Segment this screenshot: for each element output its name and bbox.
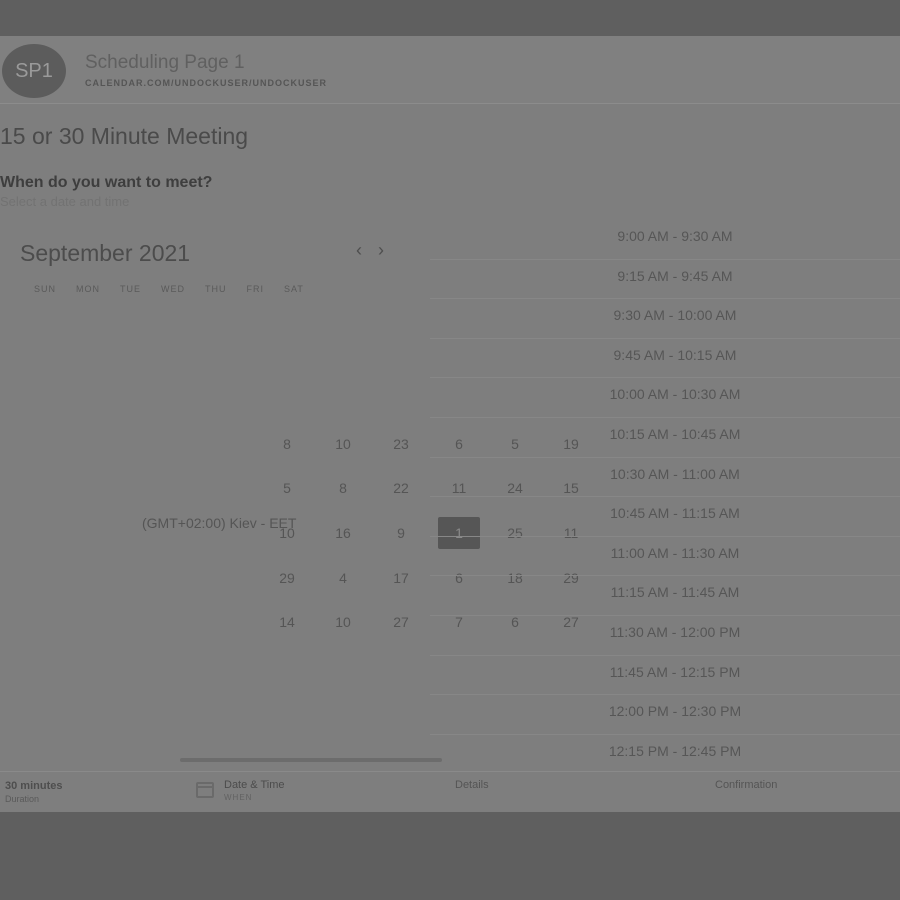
calendar-day[interactable]: 5 <box>266 472 308 504</box>
event-title: 15 or 30 Minute Meeting <box>0 123 249 149</box>
time-slot[interactable]: 10:45 AM - 11:15 AM <box>430 497 900 537</box>
bottom-band <box>0 812 900 900</box>
month-label: September 2021 <box>20 240 191 266</box>
scroll-indicator[interactable] <box>180 758 442 762</box>
time-slot-label: 9:30 AM - 10:00 AM <box>613 307 737 324</box>
time-slot-label: 11:30 AM - 12:00 PM <box>609 624 741 640</box>
time-slot[interactable]: 12:15 PM - 12:45 PM <box>430 735 900 775</box>
time-slot[interactable]: 10:00 AM - 10:30 AM <box>430 378 900 418</box>
time-slot[interactable]: 11:30 AM - 12:00 PM <box>430 616 900 656</box>
calendar-day[interactable]: 8 <box>322 472 364 504</box>
question-heading: When do you want to meet? <box>0 174 213 191</box>
calendar-day[interactable]: 17 <box>380 562 422 594</box>
time-slot[interactable]: 11:45 AM - 12:15 PM <box>430 656 900 696</box>
weekday-label: SAT <box>284 284 304 294</box>
booking-footer: 30 minutes Duration Date & Time WHEN Det… <box>0 758 900 812</box>
time-slot[interactable]: 11:00 AM - 11:30 AM <box>430 537 900 577</box>
scheduling-page: SP1 Scheduling Page 1 CALENDAR.COM/UNDOC… <box>0 36 900 812</box>
step-date-time: Date & Time <box>224 779 285 791</box>
time-slot[interactable]: 11:15 AM - 11:45 AM <box>430 576 900 616</box>
step-sublabel: WHEN <box>224 793 253 802</box>
time-slot[interactable]: 9:30 AM - 10:00 AM <box>430 299 900 339</box>
calendar-day[interactable]: 23 <box>380 428 422 460</box>
avatar: SP1 <box>2 44 66 98</box>
time-slot[interactable]: 9:15 AM - 9:45 AM <box>430 260 900 300</box>
weekday-label: THU <box>205 284 227 294</box>
time-slot-label: 9:00 AM - 9:30 AM <box>617 228 733 244</box>
duration-sublabel: Duration <box>5 794 40 804</box>
time-slot-label: 10:00 AM - 10:30 AM <box>609 386 741 403</box>
time-slot-label: 12:00 PM - 12:30 PM <box>608 703 742 720</box>
calendar-day[interactable]: 10 <box>266 517 308 549</box>
time-slot[interactable]: 10:15 AM - 10:45 AM <box>430 418 900 458</box>
time-slot-label: 11:15 AM - 11:45 AM <box>610 584 740 601</box>
time-slot[interactable]: 10:30 AM - 11:00 AM <box>430 458 900 498</box>
select-hint: Select a date and time <box>0 194 130 209</box>
calendar-day[interactable]: 8 <box>266 428 308 460</box>
step-details: Details <box>455 779 489 791</box>
chevron-left-icon[interactable]: ‹ <box>350 240 368 264</box>
time-slot-label: 11:00 AM - 11:30 AM <box>610 544 740 561</box>
time-slot-label: 10:30 AM - 11:00 AM <box>610 465 740 482</box>
calendar-day[interactable]: 10 <box>322 606 364 638</box>
calendar-day[interactable]: 4 <box>322 562 364 594</box>
calendar-day[interactable]: 29 <box>266 562 308 594</box>
weekday-label: MON <box>76 284 101 294</box>
calendar-day[interactable]: 14 <box>266 606 308 638</box>
calendar-day[interactable]: 22 <box>380 472 422 504</box>
chevron-right-icon[interactable]: › <box>372 240 390 264</box>
time-slot-label: 10:45 AM - 11:15 AM <box>610 505 740 522</box>
time-slot-label: 9:45 AM - 10:15 AM <box>613 346 737 363</box>
weekday-label: SUN <box>34 284 57 294</box>
calendar-panel: September 2021 ‹ › SUN MON TUE WED THU F… <box>0 220 579 768</box>
weekday-label: FRI <box>246 284 265 294</box>
time-slot-label: 12:15 PM - 12:45 PM <box>608 742 742 759</box>
weekday-header: SUN MON TUE WED THU FRI SAT <box>34 284 304 294</box>
step-confirmation: Confirmation <box>715 779 778 791</box>
time-slot[interactable]: 12:00 PM - 12:30 PM <box>430 695 900 735</box>
calendar-day[interactable]: 27 <box>380 606 422 638</box>
duration-label: 30 minutes <box>5 780 63 792</box>
time-slot-label: 10:15 AM - 10:45 AM <box>609 426 741 442</box>
time-slot[interactable]: 9:45 AM - 10:15 AM <box>430 339 900 379</box>
time-slot-list: 9:00 AM - 9:30 AM 9:15 AM - 9:45 AM 9:30 A… <box>430 220 900 776</box>
calendar-day[interactable]: 10 <box>322 428 364 460</box>
weekday-label: TUE <box>120 284 142 294</box>
time-slot-label: 11:45 AM - 12:15 PM <box>609 663 741 680</box>
time-slot-label: 9:15 AM - 9:45 AM <box>617 267 733 284</box>
page-url[interactable]: CALENDAR.COM/UNDOCKUSER/UNDOCKUSER <box>85 78 327 88</box>
page-header: SP1 Scheduling Page 1 CALENDAR.COM/UNDOC… <box>0 36 900 104</box>
page-title: Scheduling Page 1 <box>85 52 245 73</box>
calendar-icon <box>196 782 214 798</box>
calendar-day[interactable]: 16 <box>322 517 364 549</box>
calendar-day[interactable]: 9 <box>380 517 422 549</box>
time-slot[interactable]: 9:00 AM - 9:30 AM <box>430 220 900 260</box>
top-band <box>0 0 900 36</box>
weekday-label: WED <box>161 284 186 294</box>
